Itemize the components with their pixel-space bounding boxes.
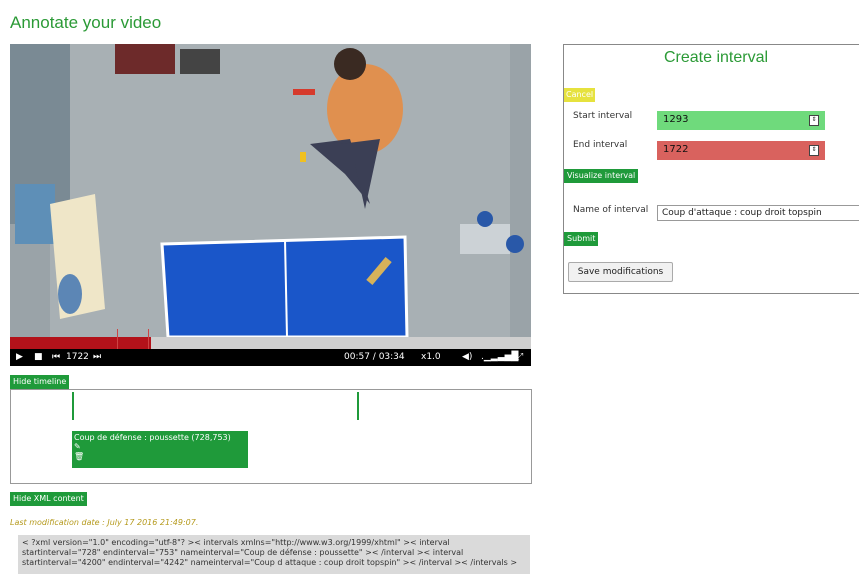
page-title: Annotate your video <box>10 13 162 32</box>
visualize-interval-button[interactable]: Visualize interval <box>564 169 639 183</box>
timeline-marker <box>72 392 74 420</box>
progress-bar[interactable] <box>10 329 531 349</box>
spinner-icon[interactable]: ⇕ <box>809 145 819 156</box>
play-icon[interactable]: ▶ <box>16 352 23 363</box>
hide-xml-button[interactable]: Hide XML content <box>10 492 87 506</box>
video-frame[interactable] <box>10 44 531 337</box>
timeline[interactable]: Coup de défense : poussette (728,753) ✎ … <box>10 389 532 484</box>
start-interval-label: Start interval <box>573 111 633 121</box>
end-interval-label: End interval <box>573 140 628 150</box>
progress-marker-start <box>117 329 118 349</box>
time-display: 00:57 / 03:34 <box>344 352 405 362</box>
spinner-icon[interactable]: ⇕ <box>809 115 819 126</box>
frame-counter: 1722 <box>66 352 89 362</box>
submit-button[interactable]: Submit <box>564 232 599 246</box>
start-interval-value: 1293 <box>663 114 689 125</box>
pencil-icon[interactable]: ✎ <box>74 442 246 452</box>
end-interval-input[interactable]: 1722 ⇕ <box>657 141 825 160</box>
interval-label: Coup de défense : poussette (728,753) <box>74 433 231 442</box>
xml-content: < ?xml version="1.0" encoding="utf-8"? >… <box>18 535 530 574</box>
end-interval-value: 1722 <box>663 144 689 155</box>
fullscreen-icon[interactable]: ⤢ <box>516 352 523 363</box>
last-modification-date: Last modification date : July 17 2016 21… <box>10 518 199 527</box>
start-interval-input[interactable]: 1293 ⇕ <box>657 111 825 130</box>
timeline-interval[interactable]: Coup de défense : poussette (728,753) ✎ … <box>72 431 248 468</box>
step-back-icon[interactable]: ⏮ <box>52 352 60 363</box>
panel-title: Create interval <box>664 49 769 66</box>
name-of-interval-input[interactable]: Coup d'attaque : coup droit topspin <box>657 205 859 221</box>
progress-fill <box>10 337 151 349</box>
stop-icon[interactable]: ■ <box>34 352 43 363</box>
volume-icon[interactable]: ◀) <box>462 352 472 363</box>
volume-slider[interactable]: .▁▂▃▅█ <box>481 352 518 363</box>
hide-timeline-button[interactable]: Hide timeline <box>10 375 70 389</box>
step-forward-icon[interactable]: ⏭ <box>93 352 101 363</box>
speed-display[interactable]: x1.0 <box>421 352 441 363</box>
save-modifications-button[interactable]: Save modifications <box>568 262 673 282</box>
timeline-marker <box>357 392 359 420</box>
trash-icon[interactable]: 🗑 <box>74 452 246 462</box>
create-interval-panel: Create interval Cancel Start interval 12… <box>563 44 859 294</box>
video-player[interactable]: ▶ ■ ⏮ 1722 ⏭ 00:57 / 03:34 x1.0 ◀) .▁▂▃▅… <box>10 44 531 366</box>
cancel-button[interactable]: Cancel <box>564 88 596 102</box>
progress-marker-end <box>148 329 149 349</box>
name-of-interval-label: Name of interval <box>573 205 649 215</box>
video-controls: ▶ ■ ⏮ 1722 ⏭ 00:57 / 03:34 x1.0 ◀) .▁▂▃▅… <box>10 349 531 366</box>
